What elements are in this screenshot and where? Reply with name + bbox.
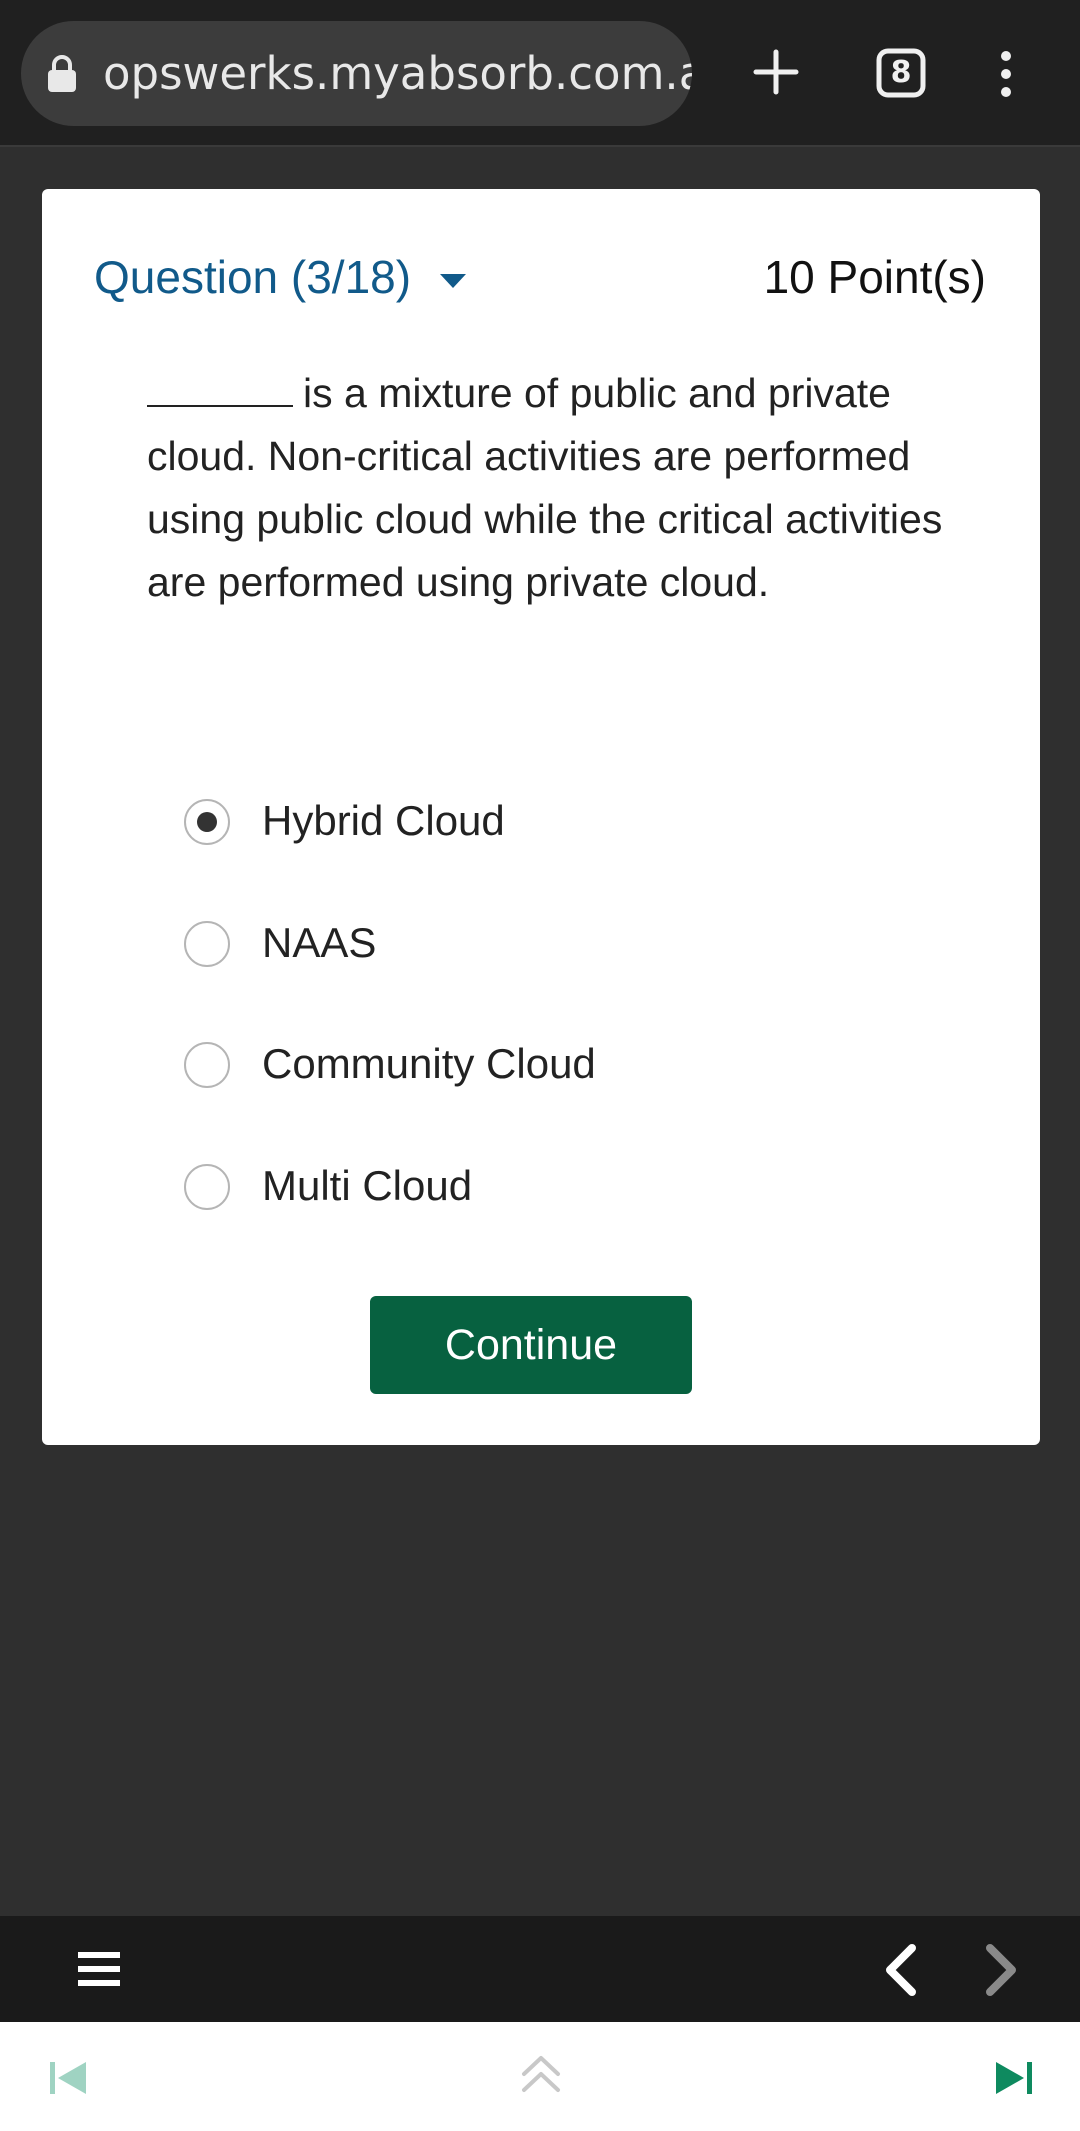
fill-in-blank <box>147 363 293 407</box>
lesson-toolbar <box>0 1916 1080 2022</box>
question-selector[interactable]: Question (3/18) <box>94 245 468 309</box>
url-text: opswerks.myabsorb.com.au <box>103 47 692 100</box>
option-label: NAAS <box>262 919 377 966</box>
option-hybrid-cloud[interactable]: Hybrid Cloud <box>184 781 964 861</box>
radio-button[interactable] <box>184 1164 230 1210</box>
question-points: 10 Point(s) <box>763 251 986 303</box>
radio-button-selected[interactable] <box>184 799 230 845</box>
option-label: Hybrid Cloud <box>262 797 505 844</box>
option-label: Community Cloud <box>262 1040 596 1087</box>
tab-count: 8 <box>890 55 912 90</box>
chevron-left-icon[interactable] <box>880 1944 920 1996</box>
option-naas[interactable]: NAAS <box>184 903 964 983</box>
radio-button[interactable] <box>184 1042 230 1088</box>
address-bar[interactable]: opswerks.myabsorb.com.au <box>21 21 692 126</box>
course-nav-bar <box>0 2022 1080 2131</box>
lock-icon <box>48 55 76 92</box>
option-community-cloud[interactable]: Community Cloud <box>184 1024 964 1104</box>
question-card: Question (3/18) 10 Point(s) is a mixture… <box>42 189 1040 1445</box>
question-heading: Question (3/18) <box>94 251 412 303</box>
browser-toolbar: opswerks.myabsorb.com.au 8 <box>0 0 1080 147</box>
caret-down-icon <box>439 273 466 288</box>
skip-next-icon[interactable] <box>994 2058 1034 2098</box>
plus-icon[interactable] <box>752 48 800 96</box>
more-vert-icon[interactable] <box>996 50 1016 98</box>
continue-button[interactable]: Continue <box>370 1296 692 1394</box>
skip-previous-icon[interactable] <box>48 2058 88 2098</box>
hamburger-menu-icon[interactable] <box>78 1951 120 1987</box>
double-chevron-up-icon[interactable] <box>520 2052 562 2096</box>
radio-button[interactable] <box>184 921 230 967</box>
option-label: Multi Cloud <box>262 1162 473 1209</box>
chevron-right-icon[interactable] <box>982 1944 1022 1996</box>
option-multi-cloud[interactable]: Multi Cloud <box>184 1146 964 1226</box>
question-prompt: is a mixture of public and private cloud… <box>147 362 987 614</box>
